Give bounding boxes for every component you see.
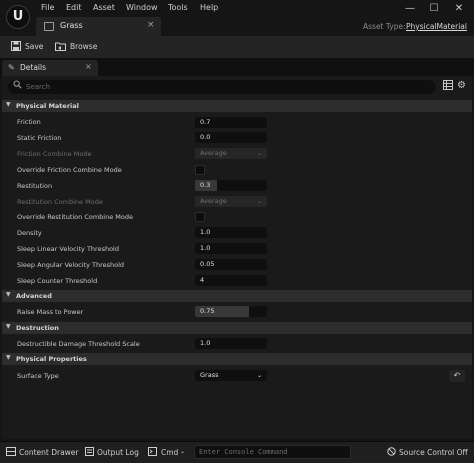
section-title: Advanced [16,292,52,300]
restitution-slider[interactable]: 0.3 [195,180,267,191]
output-log-icon [85,447,94,458]
sleep-angular-velocity-threshold-field[interactable]: 0.05 [195,259,267,270]
browse-button[interactable]: Browse [70,42,97,51]
static-friction-field[interactable]: 0.0 [195,132,267,143]
close-window-icon[interactable]: ✕ [452,2,466,16]
friction-combine-mode-dropdown: Average ⌄ [195,148,267,159]
surface-type-label: Surface Type [17,372,59,380]
menu-help[interactable]: Help [200,3,218,12]
gear-icon[interactable]: ⚙ [457,80,466,91]
details-tab-label: Details [20,63,47,72]
maximize-icon[interactable]: ☐ [427,2,441,16]
details-panel [2,76,472,439]
asset-type-label: Asset Type: [363,22,406,31]
chevron-down-icon: ⌄ [256,150,262,157]
density-label: Density [17,229,42,237]
menu-file[interactable]: File [41,3,54,12]
restitution-combine-mode-label: Restitution Combine Mode [17,198,103,206]
minimize-icon[interactable]: — [403,2,417,16]
content-drawer-icon [6,447,16,458]
override-restitution-combine-mode-label: Override Restitution Combine Mode [17,213,134,221]
search-box[interactable] [8,80,436,94]
close-tab-icon[interactable]: × [147,20,155,30]
override-restitution-combine-mode-checkbox[interactable] [195,212,205,222]
chevron-down-icon: ▼ [6,323,11,330]
chevron-down-icon: ▼ [6,354,11,361]
slider-value: 0.75 [200,307,215,315]
section-destruction[interactable]: ▼ Destruction [2,322,472,334]
output-log-button[interactable]: Output Log [97,448,139,457]
destructible-damage-threshold-scale-field[interactable]: 1.0 [195,338,267,349]
surface-type-dropdown[interactable]: Grass ⌄ [195,370,267,381]
override-friction-combine-mode-label: Override Friction Combine Mode [17,166,122,174]
unreal-logo-icon[interactable]: U [6,5,30,29]
tab-details[interactable]: ✎ Details × [2,60,98,76]
friction-label: Friction [17,118,41,126]
chevron-down-icon: ▼ [6,101,11,108]
sleep-counter-threshold-label: Sleep Counter Threshold [17,277,98,285]
section-advanced[interactable]: ▼ Advanced [2,290,472,302]
menu-tools[interactable]: Tools [168,3,188,12]
section-title: Destruction [16,324,59,332]
menu-edit[interactable]: Edit [66,3,82,12]
search-icon [13,80,22,91]
reset-arrow-icon[interactable]: ↶ [449,370,465,382]
friction-combine-mode-label: Friction Combine Mode [17,150,92,158]
cmd-dropdown[interactable]: Cmd [161,448,178,457]
folder-icon[interactable] [55,41,66,54]
sleep-angular-velocity-threshold-label: Sleep Angular Velocity Threshold [17,261,125,269]
raise-mass-to-power-label: Raise Mass to Power [17,308,84,316]
asset-tab-grass[interactable]: Grass × [36,17,161,36]
friction-field[interactable]: 0.7 [195,117,267,128]
chevron-down-icon: ▼ [6,291,11,298]
save-button[interactable]: Save [25,42,43,51]
grid-icon[interactable] [443,80,453,93]
dropdown-value: Average [200,149,227,157]
menu-asset[interactable]: Asset [93,3,115,12]
save-icon[interactable] [11,41,21,54]
restitution-combine-mode-dropdown: Average ⌄ [195,196,267,207]
destructible-damage-threshold-scale-label: Destructible Damage Threshold Scale [17,340,140,348]
dropdown-value: Grass [200,371,219,379]
menu-window[interactable]: Window [126,3,158,12]
density-field[interactable]: 1.0 [195,227,267,238]
static-friction-label: Static Friction [17,134,62,142]
raise-mass-to-power-slider[interactable]: 0.75 [195,306,267,317]
pencil-icon: ✎ [8,63,15,72]
section-physical-material[interactable]: ▼ Physical Material [2,100,472,112]
material-asset-icon [44,22,54,31]
terminal-icon [148,447,157,458]
section-physical-properties[interactable]: ▼ Physical Properties [2,353,472,365]
console-command-input[interactable] [199,447,347,457]
source-control-button[interactable]: Source Control Off [399,448,468,457]
restitution-label: Restitution [17,182,53,190]
asset-tab-label: Grass [60,21,83,30]
section-title: Physical Material [16,102,79,110]
asset-type-link[interactable]: PhysicalMaterial [406,22,467,31]
chevron-down-icon[interactable]: ⌄ [180,448,185,455]
override-friction-combine-mode-checkbox[interactable] [195,165,205,175]
search-input[interactable] [26,82,426,92]
close-tab-icon[interactable]: × [85,62,92,71]
source-control-icon [387,447,396,458]
console-box[interactable] [194,445,351,459]
sleep-linear-velocity-threshold-field[interactable]: 1.0 [195,243,267,254]
slider-value: 0.3 [200,181,211,189]
sleep-counter-threshold-field[interactable]: 4 [195,275,267,286]
dropdown-value: Average [200,197,227,205]
chevron-down-icon: ⌄ [256,198,262,205]
section-title: Physical Properties [16,355,87,363]
content-drawer-button[interactable]: Content Drawer [19,448,79,457]
chevron-down-icon: ⌄ [256,372,262,379]
sleep-linear-velocity-threshold-label: Sleep Linear Velocity Threshold [17,245,119,253]
